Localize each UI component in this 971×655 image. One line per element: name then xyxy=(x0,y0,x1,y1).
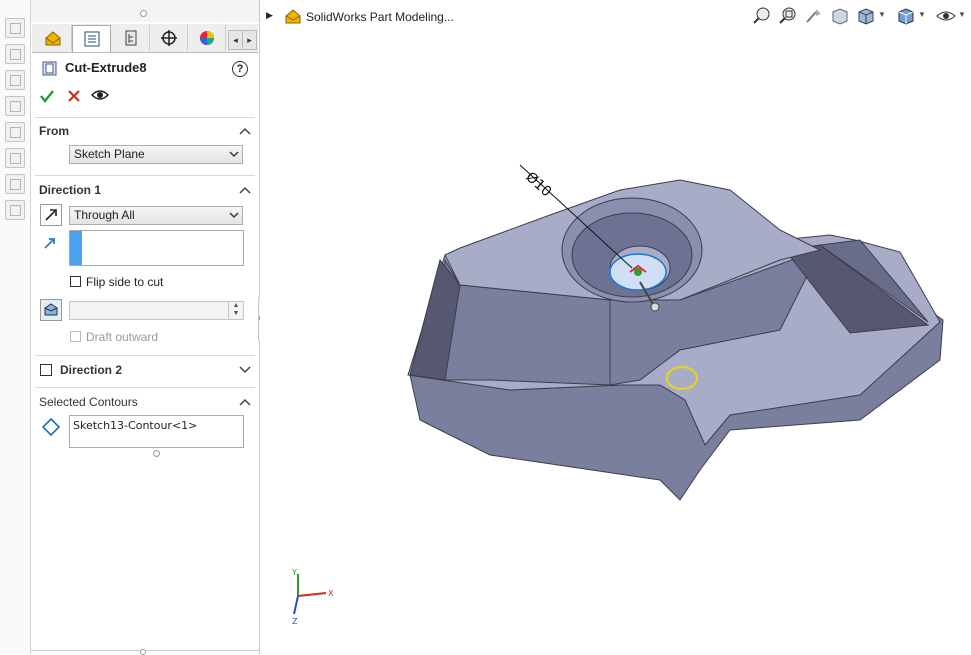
divider xyxy=(35,387,255,388)
direction-vector-icon xyxy=(44,238,55,249)
cancel-x-icon[interactable] xyxy=(67,89,81,103)
contour-diamond-icon xyxy=(41,417,61,437)
flip-side-to-cut-checkbox[interactable] xyxy=(70,276,81,287)
sketch-tool-icon[interactable] xyxy=(5,96,25,116)
selected-contours-header[interactable]: Selected Contours xyxy=(39,395,138,409)
chevron-up-icon[interactable] xyxy=(238,185,252,195)
chevron-up-icon[interactable] xyxy=(238,397,252,407)
from-start-condition-select[interactable]: Sketch Plane xyxy=(69,145,243,164)
end-condition-value: Through All xyxy=(74,208,135,222)
divider xyxy=(35,175,255,176)
property-manager-panel: ◂ ▸ Cut-Extrude8 ? From Sketch Plane Dir… xyxy=(30,0,260,655)
triad-x-label: X xyxy=(328,589,334,598)
divider xyxy=(35,355,255,356)
sketch-tool-icon[interactable] xyxy=(5,122,25,142)
chevron-down-icon xyxy=(229,212,239,218)
sketch-tool-icon[interactable] xyxy=(5,200,25,220)
divider xyxy=(35,117,255,118)
tab-propertymanager[interactable] xyxy=(72,25,111,52)
diameter-dimension-label[interactable]: Ø10 xyxy=(522,169,554,200)
tab-scroll-right-button[interactable]: ▸ xyxy=(242,30,257,50)
property-manager-icon xyxy=(84,31,99,47)
sketch-tool-icon[interactable] xyxy=(5,148,25,168)
from-section-header[interactable]: From xyxy=(39,124,69,138)
cut-extrude-feature-icon xyxy=(42,61,57,76)
triad-y-label: Y xyxy=(291,568,297,577)
tab-configurationmanager[interactable] xyxy=(112,25,150,51)
direction2-section-header[interactable]: Direction 2 xyxy=(60,363,122,377)
feature-title: Cut-Extrude8 xyxy=(65,60,147,75)
left-vertical-toolbar xyxy=(0,0,30,654)
ok-checkmark-icon[interactable] xyxy=(39,88,55,104)
direction-selection-box[interactable] xyxy=(69,230,244,266)
sketch-tool-icon[interactable] xyxy=(5,70,25,90)
sketch-tool-icon[interactable] xyxy=(5,174,25,194)
tab-featuremanager[interactable] xyxy=(34,25,72,51)
configuration-icon xyxy=(125,30,136,46)
tab-dimxpertmanager[interactable] xyxy=(150,25,188,51)
chevron-down-icon[interactable] xyxy=(238,364,252,374)
contour-list-item[interactable]: Sketch13-Contour<1> xyxy=(73,419,240,432)
flip-side-label: Flip side to cut xyxy=(86,275,164,289)
triad-z-label: Z xyxy=(292,617,298,626)
coordinate-triad: Y X Z xyxy=(291,568,334,626)
draft-angle-input[interactable]: ▲ ▼ xyxy=(69,301,244,320)
draft-outward-label: Draft outward xyxy=(86,330,159,344)
end-condition-select[interactable]: Through All xyxy=(69,206,243,225)
reverse-direction-button[interactable] xyxy=(40,204,62,226)
chevron-down-icon xyxy=(229,151,239,157)
sketch-tool-icon[interactable] xyxy=(5,44,25,64)
part-tree-icon xyxy=(45,31,60,46)
splitter-handle[interactable] xyxy=(140,10,147,17)
help-icon[interactable]: ? xyxy=(232,61,248,77)
display-manager-icon xyxy=(199,31,214,45)
panel-header-bar xyxy=(31,0,259,22)
chevron-up-icon[interactable] xyxy=(238,126,252,136)
direction1-section-header[interactable]: Direction 1 xyxy=(39,183,101,197)
direction2-checkbox[interactable] xyxy=(40,364,52,376)
draft-on-off-button[interactable] xyxy=(40,299,62,321)
draft-icon xyxy=(44,303,58,316)
graphics-viewport[interactable]: ▶ SolidWorks Part Modeling... ▼ ▼ ▼ Ø10 … xyxy=(260,0,971,654)
preview-eye-icon[interactable] xyxy=(91,88,109,102)
bottom-splitter-handle[interactable] xyxy=(140,649,146,655)
reverse-direction-icon xyxy=(45,209,57,221)
sketch-tool-icon[interactable] xyxy=(5,18,25,38)
tab-scroll-left-button[interactable]: ◂ xyxy=(228,30,243,50)
manager-tabs: ◂ ▸ xyxy=(32,24,258,53)
tab-displaymanager[interactable] xyxy=(188,25,226,51)
draft-outward-checkbox xyxy=(70,331,81,342)
selection-color-swatch xyxy=(70,231,82,265)
selected-contours-list[interactable]: Sketch13-Contour<1> xyxy=(69,415,244,448)
from-select-value: Sketch Plane xyxy=(74,147,145,161)
crosshair-icon xyxy=(160,30,177,46)
draft-angle-spinner[interactable]: ▲ ▼ xyxy=(228,302,243,319)
resize-handle[interactable] xyxy=(153,450,160,457)
part-model-graphic[interactable]: Ø10 xyxy=(260,0,971,654)
